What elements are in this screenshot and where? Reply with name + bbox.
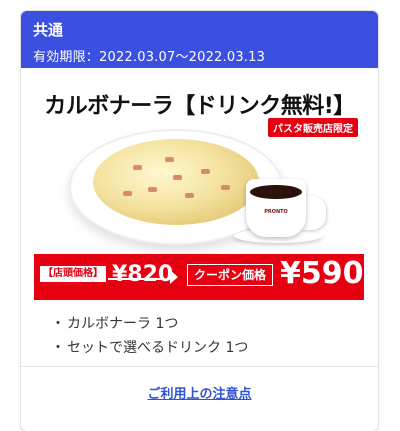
strikethrough-line — [108, 278, 164, 280]
cup-logo: PRONTO — [264, 209, 288, 215]
item-list: カルボナーラ 1つ セットで選べるドリンク 1つ — [51, 312, 248, 360]
validity-dates: 2022.03.07〜2022.03.13 — [99, 50, 266, 65]
arrow-right-icon — [170, 270, 178, 284]
validity-period: 有効期限：2022.03.07〜2022.03.13 — [33, 46, 265, 65]
validity-label: 有効期限： — [33, 50, 100, 65]
coffee-cup-image: PRONTO — [246, 179, 306, 237]
list-item: カルボナーラ 1つ — [51, 312, 248, 336]
coupon-price-label: クーポン価格 — [187, 264, 274, 286]
divider — [21, 366, 378, 367]
limited-badge: パスタ販売店限定 — [268, 118, 358, 137]
coupon-price: ¥590 — [280, 256, 364, 291]
price-bar: 【店頭価格】 ¥820 クーポン価格 ¥590 — [34, 254, 364, 300]
coupon-card: 共通 有効期限：2022.03.07〜2022.03.13 カルボナーラ【ドリン… — [21, 11, 378, 431]
usage-notes-link[interactable]: ご利用上の注意点 — [21, 383, 378, 402]
coupon-header: 共通 有効期限：2022.03.07〜2022.03.13 — [21, 11, 378, 68]
carbonara-image — [93, 139, 259, 225]
coffee-image — [250, 185, 302, 199]
store-price-label: 【店頭価格】 — [40, 266, 106, 282]
coupon-category: 共通 — [33, 21, 64, 39]
store-price: ¥820 — [112, 262, 174, 287]
list-item: セットで選べるドリンク 1つ — [51, 336, 248, 360]
product-title: カルボナーラ【ドリンク無料!】 — [44, 94, 355, 119]
